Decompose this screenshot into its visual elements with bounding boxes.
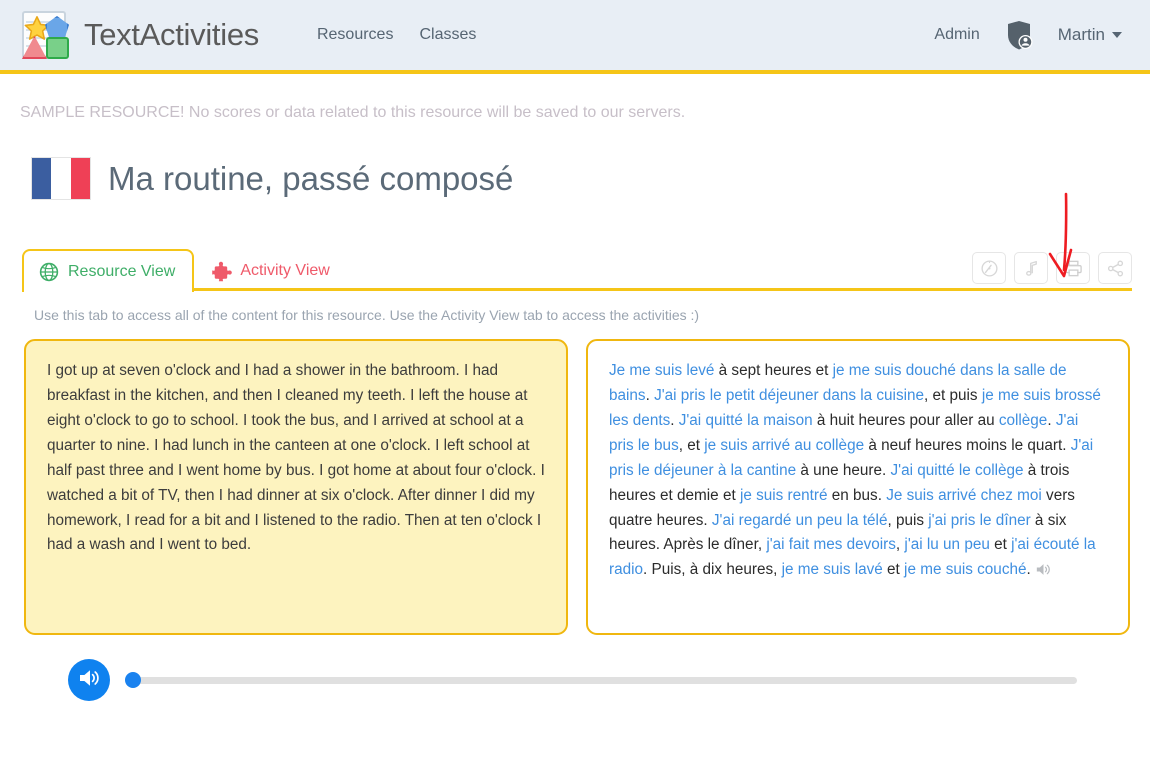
tab-activity-view-label: Activity View <box>240 262 330 279</box>
text-panels: I got up at seven o'clock and I had a sh… <box>0 323 1150 635</box>
tab-activity-view[interactable]: Activity View <box>194 248 349 291</box>
brand-name: TextActivities <box>84 17 259 52</box>
tab-hint-text: Use this tab to access all of the conten… <box>34 307 700 323</box>
share-icon <box>1106 259 1125 278</box>
speed-button[interactable] <box>972 252 1006 284</box>
resource-toolbar <box>972 252 1132 284</box>
globe-icon <box>39 262 59 282</box>
nav-item-resources[interactable]: Resources <box>317 26 393 44</box>
brand[interactable]: TextActivities <box>18 9 259 61</box>
page-title-row: Ma routine, passé composé <box>0 122 1150 199</box>
printer-icon <box>1064 259 1083 278</box>
shield-user-avatar-icon[interactable] <box>1002 18 1036 52</box>
header-right: Admin Martin <box>934 18 1132 52</box>
audio-player <box>0 635 1150 701</box>
speaker-play-icon <box>77 667 101 694</box>
audio-track <box>127 676 1077 684</box>
app-header: TextActivities Resources Classes Admin M… <box>0 0 1150 74</box>
music-note-icon <box>1022 259 1041 278</box>
shapes-document-logo-icon <box>18 9 74 61</box>
user-menu[interactable]: Martin <box>1058 25 1122 45</box>
main-nav: Resources Classes <box>317 26 476 44</box>
english-text-panel: I got up at seven o'clock and I had a sh… <box>24 339 568 635</box>
puzzle-piece-icon <box>211 261 233 282</box>
tab-resource-view-label: Resource View <box>68 263 176 280</box>
tabs-row: Resource View Activity View <box>22 245 1132 292</box>
share-button[interactable] <box>1098 252 1132 284</box>
square-icon <box>46 37 69 59</box>
audio-progress-slider[interactable] <box>125 671 1077 689</box>
print-button[interactable] <box>1056 252 1090 284</box>
page-title: Ma routine, passé composé <box>108 159 514 197</box>
french-text-panel: Je me suis levé à sept heures et je me s… <box>586 339 1130 635</box>
nav-item-classes[interactable]: Classes <box>419 26 476 44</box>
play-audio-button[interactable] <box>68 659 110 701</box>
audio-thumb[interactable] <box>125 672 141 688</box>
sample-resource-banner: SAMPLE RESOURCE! No scores or data relat… <box>20 104 686 121</box>
tabs-bar: Resource View Activity View <box>0 245 1150 292</box>
music-button[interactable] <box>1014 252 1048 284</box>
tab-resource-view[interactable]: Resource View <box>22 249 195 292</box>
user-name: Martin <box>1057 25 1105 44</box>
chevron-down-icon <box>1112 32 1122 38</box>
french-flag-icon <box>32 158 90 199</box>
admin-link[interactable]: Admin <box>934 26 979 44</box>
speedometer-icon <box>980 259 999 278</box>
french-text-body: Je me suis levé à sept heures et je me s… <box>609 362 1101 579</box>
speaker-icon[interactable] <box>1035 561 1052 586</box>
